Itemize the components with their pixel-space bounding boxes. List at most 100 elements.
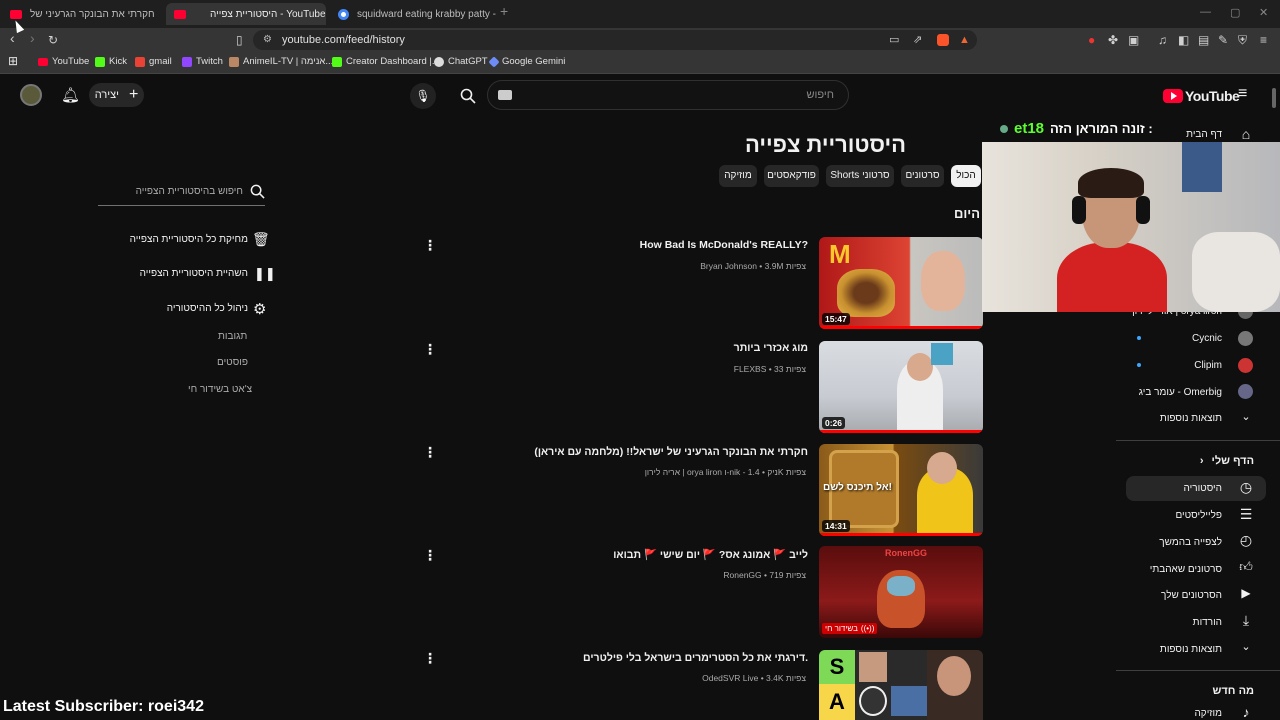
screenshot-icon[interactable]: ▣ [1128, 32, 1139, 48]
comments-link[interactable]: תגובות [218, 331, 247, 342]
reload-icon[interactable]: ↻ [48, 32, 58, 48]
more-actions-icon[interactable]: ⋮ [423, 342, 437, 356]
window-close-icon[interactable]: ✕ [1259, 6, 1268, 19]
chip-podcasts[interactable]: פודקאסטים [764, 165, 819, 187]
browser-tab-1[interactable]: חקרתי את הבונקר הגרעיני של ✕ [2, 3, 164, 25]
vpn-icon[interactable]: ⛨ [1238, 32, 1247, 48]
menu-icon[interactable]: ≡ [1260, 32, 1267, 48]
chip-videos[interactable]: סרטונים [901, 165, 944, 187]
sidebar-more-you[interactable]: תוצאות נוספות [1160, 644, 1222, 655]
sidebar-playlists[interactable]: פלייליסטים [1175, 510, 1222, 521]
video-thumbnail[interactable]: M 15:47 [819, 237, 983, 329]
gmail-icon [135, 56, 145, 67]
video-title[interactable]: חקרתי את הבונקר הגרעיני של ישראל!! (מלחמ… [534, 446, 808, 458]
tier-s-label: S [819, 650, 855, 684]
more-actions-icon[interactable]: ⋮ [423, 651, 437, 665]
posts-link[interactable]: פוסטים [217, 357, 248, 368]
browser-tab-3[interactable]: squidward eating krabby patty - חיפוש ב … [330, 3, 496, 25]
sidebar-history[interactable]: היסטוריה [1184, 483, 1223, 494]
pause-history-button[interactable]: השהיית היסטוריית הצפייה [140, 268, 248, 279]
kick-icon [95, 56, 105, 67]
sidebar-music[interactable]: מוזיקה [1194, 708, 1222, 719]
sidebar-sub-4[interactable]: עומר ביג - Omerbig [1139, 387, 1222, 398]
sidebar-you-header[interactable]: › הדף שלי [1200, 455, 1254, 467]
video-title[interactable]: How Bad Is McDonald's REALLY? [640, 239, 808, 251]
video-title[interactable]: דירגתי את כל הסטרימרים בישראל בלי פילטרי… [583, 652, 808, 664]
search-icon[interactable] [453, 82, 483, 110]
chip-all[interactable]: הכול [951, 165, 981, 187]
sidebar-watch-later[interactable]: לצפייה בהמשך [1159, 537, 1222, 548]
live-chat-link[interactable]: צ'אט בשידור חי [188, 384, 252, 395]
hamburger-menu-icon[interactable]: ≡ [1238, 85, 1247, 103]
back-icon[interactable]: ‹ [10, 30, 15, 46]
clear-history-button[interactable]: מחיקת כל היסטוריית הצפייה [130, 234, 248, 245]
video-thumbnail[interactable]: 0:26 [819, 341, 983, 433]
cast-icon[interactable]: ▭ [889, 30, 899, 50]
search-icon[interactable] [250, 184, 265, 204]
manage-history-button[interactable]: ניהול כל ההיסטוריה [167, 303, 248, 314]
video-thumbnail[interactable]: RonenGG בשידור חי ((•)) [819, 546, 983, 638]
bookmark-twitch[interactable]: Twitch [182, 56, 223, 67]
visor-image [887, 576, 915, 596]
browser-tab-bar: חקרתי את הבונקר הגרעיני של ✕ היסטוריית צ… [0, 0, 1280, 28]
share-icon[interactable]: ⇗ [913, 30, 922, 50]
more-actions-icon[interactable]: ⋮ [423, 445, 437, 459]
alert-user: et18 [1014, 120, 1045, 137]
sidebar-sub-2[interactable]: Cycnic [1192, 333, 1222, 344]
sidebar-sub-3[interactable]: Clipim [1194, 360, 1222, 371]
sidebar-show-more[interactable]: תוצאות נוספות [1160, 413, 1222, 424]
apps-icon[interactable]: ⊞ [8, 54, 18, 68]
sidebar-your-videos[interactable]: הסרטונים שלך [1161, 590, 1222, 601]
streamer-avatar [859, 652, 887, 682]
bookmark-youtube[interactable]: YouTube [38, 56, 89, 67]
avatar[interactable] [20, 84, 42, 106]
extensions-icon[interactable]: ✤ [1108, 32, 1118, 48]
sidebar-downloads[interactable]: הורדות [1193, 617, 1222, 628]
video-title[interactable]: לייב 🚩 אמונג אס? 🚩 יום שישי 🚩 תבואו [613, 548, 808, 561]
address-bar[interactable]: ⚙ youtube.com/feed/history ▭ ⇗ ▲ [253, 30, 977, 50]
close-tab-icon[interactable]: ✕ [163, 8, 164, 21]
notifications-icon[interactable]: 🔔︎ [61, 86, 80, 104]
voice-search-icon[interactable]: 🎙︎ [410, 83, 436, 109]
new-tab-icon[interactable]: + [500, 3, 508, 19]
channel-avatar [1238, 384, 1253, 399]
history-search-input[interactable]: חיפוש בהיסטוריית הצפייה [98, 181, 265, 206]
page-title: היסטוריית צפייה [744, 132, 906, 157]
more-actions-icon[interactable]: ⋮ [423, 238, 437, 252]
history-icon: ◷ [1239, 479, 1253, 495]
create-button[interactable]: יצירה + [89, 83, 144, 107]
leo-icon[interactable]: ✎ [1218, 32, 1228, 48]
sidebar-liked[interactable]: סרטונים שאהבתי [1150, 564, 1222, 575]
sidebar-toggle-icon[interactable]: ◧ [1178, 32, 1189, 48]
brave-shield-icon[interactable] [937, 34, 949, 46]
channel-avatar [1238, 358, 1253, 373]
burger-image [837, 269, 895, 317]
wallet-icon[interactable]: ▤ [1198, 32, 1209, 48]
more-actions-icon[interactable]: ⋮ [423, 548, 437, 562]
bookmark-kick[interactable]: Kick [95, 56, 127, 67]
chip-music[interactable]: מוזיקה [719, 165, 757, 187]
maximize-icon[interactable]: ▢ [1230, 6, 1240, 19]
bookmark-gmail[interactable]: gmail [135, 56, 172, 67]
bookmark-creator-dashboard[interactable]: Creator Dashboard |... [332, 56, 440, 67]
youtube-logo[interactable]: YouTube [1163, 88, 1240, 104]
site-info-icon[interactable]: ⚙ [263, 30, 272, 50]
video-thumbnail[interactable]: S A [819, 650, 983, 720]
chip-shorts[interactable]: Shorts סרטוני [826, 165, 894, 187]
forward-icon[interactable]: › [30, 30, 35, 46]
video-title[interactable]: מוג אכזרי ביותר [734, 342, 808, 354]
bookmark-animeil[interactable]: AnimeIL-TV | אנימה... [229, 56, 333, 67]
record-icon[interactable]: ● [1088, 32, 1095, 48]
bookmark-icon[interactable]: ▯ [236, 32, 243, 48]
rewards-icon[interactable]: ▲ [959, 30, 970, 50]
keyboard-icon[interactable] [498, 90, 512, 100]
search-input[interactable]: חיפוש [487, 80, 849, 110]
music-icon[interactable]: ♫ [1158, 32, 1167, 48]
browser-tab-2[interactable]: היסטוריית צפייה - YouTube ✕ [166, 3, 326, 25]
bookmark-chatgpt[interactable]: ChatGPT [434, 56, 488, 67]
video-thumbnail[interactable]: אל תיכנס לשם! 14:31 [819, 444, 983, 536]
minimize-icon[interactable]: — [1200, 6, 1211, 18]
sidebar-home[interactable]: דף הבית [1186, 129, 1222, 140]
sidebar-scrollbar[interactable] [1272, 88, 1276, 108]
bookmark-gemini[interactable]: Google Gemini [488, 55, 565, 68]
